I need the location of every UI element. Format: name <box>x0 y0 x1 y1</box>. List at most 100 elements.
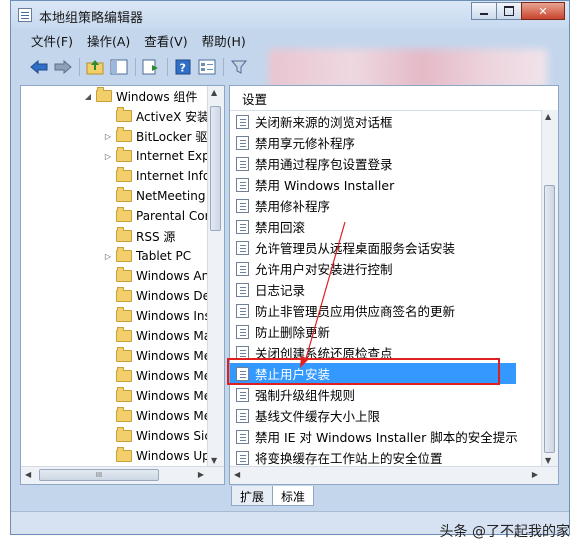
menu-file[interactable]: 文件(F) <box>31 31 73 50</box>
tree-item-label: ActiveX 安装 <box>136 109 210 124</box>
filter-icon[interactable] <box>229 57 249 77</box>
tree-item[interactable]: RSS 源 <box>103 226 175 246</box>
menu-action[interactable]: 操作(A) <box>87 31 130 50</box>
folder-icon <box>116 387 132 402</box>
scroll-down-icon[interactable]: ▼ <box>545 456 551 465</box>
close-button[interactable]: ✕ <box>521 2 565 20</box>
up-folder-icon[interactable] <box>85 57 105 77</box>
tree-item[interactable]: Windows Me <box>103 366 211 386</box>
folder-icon <box>116 207 132 222</box>
list-item-label: 禁用修补程序 <box>255 199 331 214</box>
tree-item[interactable]: Windows Me <box>103 346 211 366</box>
list-item[interactable]: 禁用享元修补程序 <box>236 132 355 153</box>
tree-item[interactable]: ▷ Tablet PC <box>103 246 191 266</box>
list-item-label: 关闭新来源的浏览对话框 <box>255 115 393 130</box>
policy-setting-icon <box>236 303 249 318</box>
tree-item-label: Windows Up <box>136 449 210 463</box>
list-item[interactable]: 基线文件缓存大小上限 <box>236 405 380 426</box>
list-item-label: 防止删除更新 <box>255 325 331 340</box>
back-arrow-icon[interactable] <box>29 57 49 77</box>
tree-item[interactable]: Windows De <box>103 286 210 306</box>
help-icon[interactable]: ? <box>173 57 193 77</box>
tree-item[interactable]: Windows Me <box>103 386 211 406</box>
tree-item-label: NetMeeting <box>136 189 206 203</box>
list-item[interactable]: 禁用 Windows Installer <box>236 174 394 195</box>
list-item[interactable]: 防止删除更新 <box>236 321 330 342</box>
tree-item[interactable]: Internet Info <box>103 166 210 186</box>
expander-icon[interactable]: ▷ <box>103 132 113 141</box>
show-hide-tree-icon[interactable] <box>109 57 129 77</box>
list-item[interactable]: 禁用回滚 <box>236 216 305 237</box>
tree-item[interactable]: ActiveX 安装 <box>103 106 209 126</box>
tree-item[interactable]: ▷ Internet Expl <box>103 146 213 166</box>
tree-item[interactable]: Parental Cor <box>103 206 210 226</box>
scroll-left-icon[interactable]: ◀ <box>25 470 31 479</box>
list-item[interactable]: 将变换缓存在工作站上的安全位置 <box>236 447 443 468</box>
tree-item[interactable]: ▷ BitLocker 驱 <box>103 126 207 146</box>
list-item[interactable]: 日志记录 <box>236 279 305 300</box>
svg-text:?: ? <box>180 62 186 75</box>
toolbar-separator <box>223 58 224 76</box>
tree-item[interactable]: Windows Sic <box>103 426 211 446</box>
list-horizontal-scrollbar[interactable]: ◀ ▶ <box>230 466 558 484</box>
scroll-left-icon[interactable]: ◀ <box>234 470 240 479</box>
scroll-up-icon[interactable]: ▲ <box>545 112 551 121</box>
policy-editor-icon <box>18 8 32 22</box>
tree-item[interactable]: Windows Up <box>103 446 210 466</box>
tree-item-label: Parental Cor <box>136 209 210 223</box>
tree-item-label: Windows De <box>136 289 211 303</box>
scroll-right-icon[interactable]: ▶ <box>198 470 204 479</box>
folder-icon <box>96 87 112 102</box>
folder-icon <box>116 187 132 202</box>
scroll-up-icon[interactable]: ▲ <box>211 88 217 97</box>
policy-setting-icon <box>236 240 249 255</box>
tree-horizontal-scrollbar[interactable]: ◀ III ▶ <box>21 466 224 484</box>
tree-item[interactable]: Windows Ma <box>103 326 211 346</box>
toolbar-separator <box>167 58 168 76</box>
tree-scroll-thumb[interactable] <box>210 106 221 231</box>
tree-item[interactable]: Windows Me <box>103 406 211 426</box>
minimize-button[interactable] <box>471 2 497 20</box>
scroll-down-icon[interactable]: ▼ <box>211 456 217 465</box>
policy-setting-icon <box>236 156 249 171</box>
policy-setting-icon <box>236 387 249 402</box>
properties-icon[interactable] <box>197 57 217 77</box>
forward-arrow-icon[interactable] <box>53 57 73 77</box>
tree-item[interactable]: Windows An <box>103 266 209 286</box>
list-vertical-scrollbar[interactable]: ▲ ▼ <box>541 110 558 467</box>
expander-icon[interactable]: ◢ <box>83 92 93 101</box>
expander-icon[interactable]: ▷ <box>103 252 113 261</box>
policy-setting-icon <box>236 219 249 234</box>
list-item[interactable]: 禁用 IE 对 Windows Installer 脚本的安全提示 <box>236 426 518 447</box>
list-item-label: 允许管理员从远程桌面服务会话安装 <box>255 241 456 256</box>
tree-item[interactable]: ◢ Windows 组件 <box>83 86 197 106</box>
tree-hscroll-thumb[interactable]: III <box>39 469 159 481</box>
list-item[interactable]: 允许管理员从远程桌面服务会话安装 <box>236 237 455 258</box>
expander-icon[interactable]: ▷ <box>103 152 113 161</box>
list-item[interactable]: 禁用通过程序包设置登录 <box>236 153 393 174</box>
column-header-setting[interactable]: 设置 <box>230 86 542 111</box>
list-item[interactable]: 强制升级组件规则 <box>236 384 355 405</box>
tree-item-label: Tablet PC <box>136 249 192 263</box>
scroll-right-icon[interactable]: ▶ <box>532 470 538 479</box>
folder-icon <box>116 327 132 342</box>
list-item-label: 日志记录 <box>255 283 306 298</box>
folder-icon <box>116 287 132 302</box>
restore-button[interactable] <box>496 2 522 20</box>
list-item[interactable]: 禁用修补程序 <box>236 195 330 216</box>
tab-standard[interactable]: 标准 <box>272 486 315 506</box>
folder-icon <box>116 107 132 122</box>
menu-help[interactable]: 帮助(H) <box>202 31 246 50</box>
list-scroll-thumb[interactable] <box>544 185 555 453</box>
list-item[interactable]: 关闭新来源的浏览对话框 <box>236 111 393 132</box>
list-item-label: 禁用回滚 <box>255 220 306 235</box>
tree-vertical-scrollbar[interactable]: ▲ ▼ <box>207 86 224 467</box>
tree-item[interactable]: Windows Ins <box>103 306 211 326</box>
export-list-icon[interactable] <box>141 57 161 77</box>
list-item[interactable]: 允许用户对安装进行控制 <box>236 258 393 279</box>
tab-extended[interactable]: 扩展 <box>231 486 274 506</box>
tree-item[interactable]: NetMeeting <box>103 186 205 206</box>
redacted-area <box>269 49 547 89</box>
menu-view[interactable]: 查看(V) <box>144 31 187 50</box>
list-item[interactable]: 防止非管理员应用供应商签名的更新 <box>236 300 455 321</box>
